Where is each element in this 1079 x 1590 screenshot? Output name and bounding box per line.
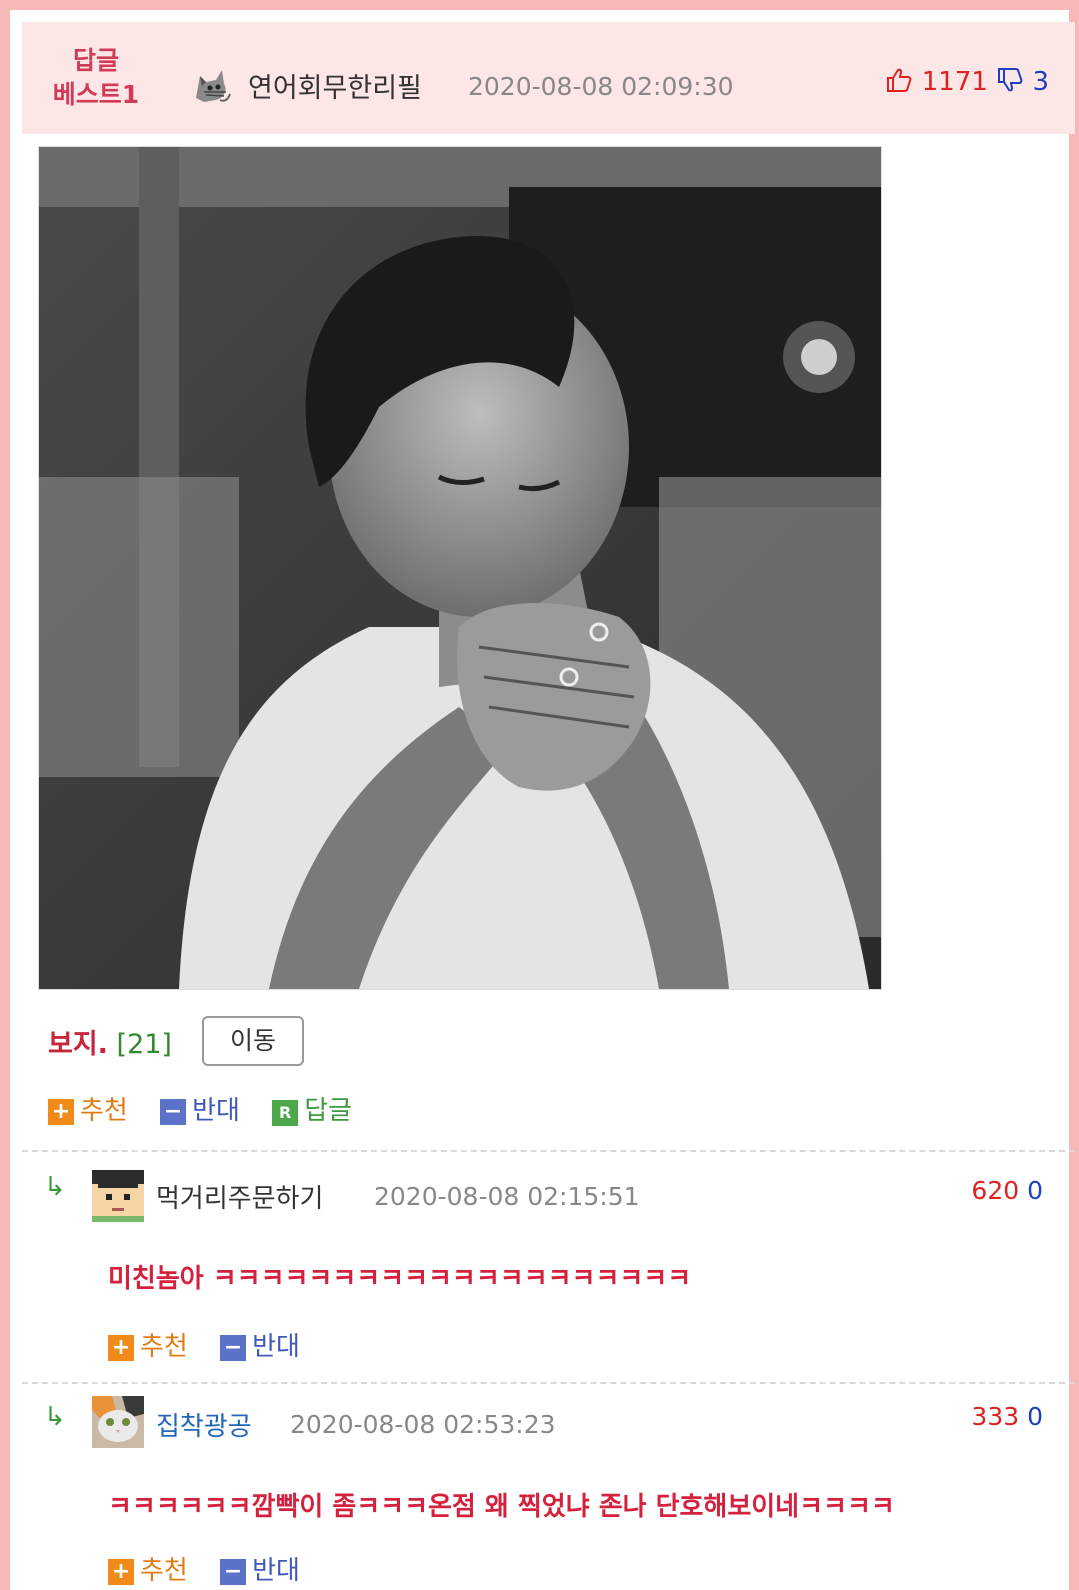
best-reply-header: 답글 베스트1 연어회무한리필 2020-08-08 02:09:30 1171… <box>22 22 1075 134</box>
reply-2-votes: 333 0 <box>971 1402 1043 1431</box>
plus-icon: + <box>108 1559 134 1585</box>
best-badge: 답글 베스트1 <box>36 44 156 112</box>
best-badge-line1: 답글 <box>72 46 119 75</box>
oppose-button[interactable]: − 반대 <box>160 1090 240 1127</box>
oppose-label: 반대 <box>252 1332 300 1362</box>
reply-button[interactable]: R 답글 <box>272 1090 352 1127</box>
minus-icon: − <box>160 1099 187 1125</box>
post-count: [21] <box>116 1029 172 1060</box>
oppose-label: 반대 <box>192 1096 240 1126</box>
reply-2-oppose-button[interactable]: − 반대 <box>220 1550 300 1587</box>
reply-avatar-2[interactable] <box>92 1396 144 1448</box>
reply-2-nick[interactable]: 집착광공 <box>156 1406 252 1443</box>
reply-1-oppose-button[interactable]: − 반대 <box>220 1326 300 1363</box>
reply-1-down: 0 <box>1027 1176 1043 1205</box>
reply-2-date: 2020-08-08 02:53:23 <box>290 1410 556 1439</box>
plus-icon: + <box>48 1099 74 1125</box>
best-votes: 1171 3 <box>885 66 1049 97</box>
reply-1-nick[interactable]: 먹거리주문하기 <box>156 1178 323 1215</box>
best-up-count: 1171 <box>921 67 988 97</box>
reply-2-down: 0 <box>1027 1402 1043 1431</box>
recommend-button[interactable]: + 추천 <box>48 1090 128 1127</box>
plus-icon: + <box>108 1335 134 1361</box>
thumbs-up-icon[interactable] <box>885 66 913 94</box>
reply-1-actions: + 추천 − 반대 <box>108 1326 324 1363</box>
cat-avatar-icon[interactable] <box>190 62 234 106</box>
reply-2-actions: + 추천 − 반대 <box>108 1550 324 1587</box>
reply-1-up: 620 <box>971 1176 1020 1205</box>
reply-arrow-icon: ↳ <box>44 1402 66 1432</box>
best-author-nick[interactable]: 연어회무한리필 <box>248 66 422 105</box>
reply-2-text: ㅋㅋㅋㅋㅋㅋ깜빡이 좀ㅋㅋㅋ온점 왜 찍었냐 존나 단호해보이네ㅋㅋㅋㅋ <box>108 1492 895 1522</box>
reply-1-date: 2020-08-08 02:15:51 <box>374 1182 640 1211</box>
reply-1-text: 미친놈아 ㅋㅋㅋㅋㅋㅋㅋㅋㅋㅋㅋㅋㅋㅋㅋㅋㅋㅋㅋㅋ <box>108 1264 692 1294</box>
recommend-label: 추천 <box>80 1096 128 1126</box>
recommend-label: 추천 <box>140 1556 188 1586</box>
oppose-label: 반대 <box>252 1556 300 1586</box>
reply-1-votes: 620 0 <box>971 1176 1043 1205</box>
divider <box>22 1382 1075 1384</box>
best-badge-line2: 베스트1 <box>52 80 140 109</box>
reply-2-up: 333 <box>971 1402 1020 1431</box>
recommend-label: 추천 <box>140 1332 188 1362</box>
minus-icon: − <box>220 1559 247 1585</box>
best-date: 2020-08-08 02:09:30 <box>468 72 734 101</box>
move-button[interactable]: 이동 <box>202 1016 304 1066</box>
thumbs-down-icon[interactable] <box>996 66 1024 94</box>
best-down-count: 3 <box>1032 67 1049 97</box>
post-meta-line: 보지. [21] <box>48 1022 172 1061</box>
post-actions: + 추천 − 반대 R 답글 <box>48 1090 376 1127</box>
reply-avatar-1[interactable] <box>92 1170 144 1222</box>
comment-frame: 답글 베스트1 연어회무한리필 2020-08-08 02:09:30 1171… <box>0 0 1079 1590</box>
reply-2-recommend-button[interactable]: + 추천 <box>108 1550 188 1587</box>
reply-label: 답글 <box>304 1096 353 1126</box>
reply-1-recommend-button[interactable]: + 추천 <box>108 1326 188 1363</box>
post-photo <box>38 146 882 990</box>
reply-arrow-icon: ↳ <box>44 1172 66 1202</box>
divider <box>22 1150 1075 1152</box>
post-boji[interactable]: 보지. <box>48 1029 108 1060</box>
reply-r-icon: R <box>272 1100 299 1126</box>
minus-icon: − <box>220 1335 247 1361</box>
